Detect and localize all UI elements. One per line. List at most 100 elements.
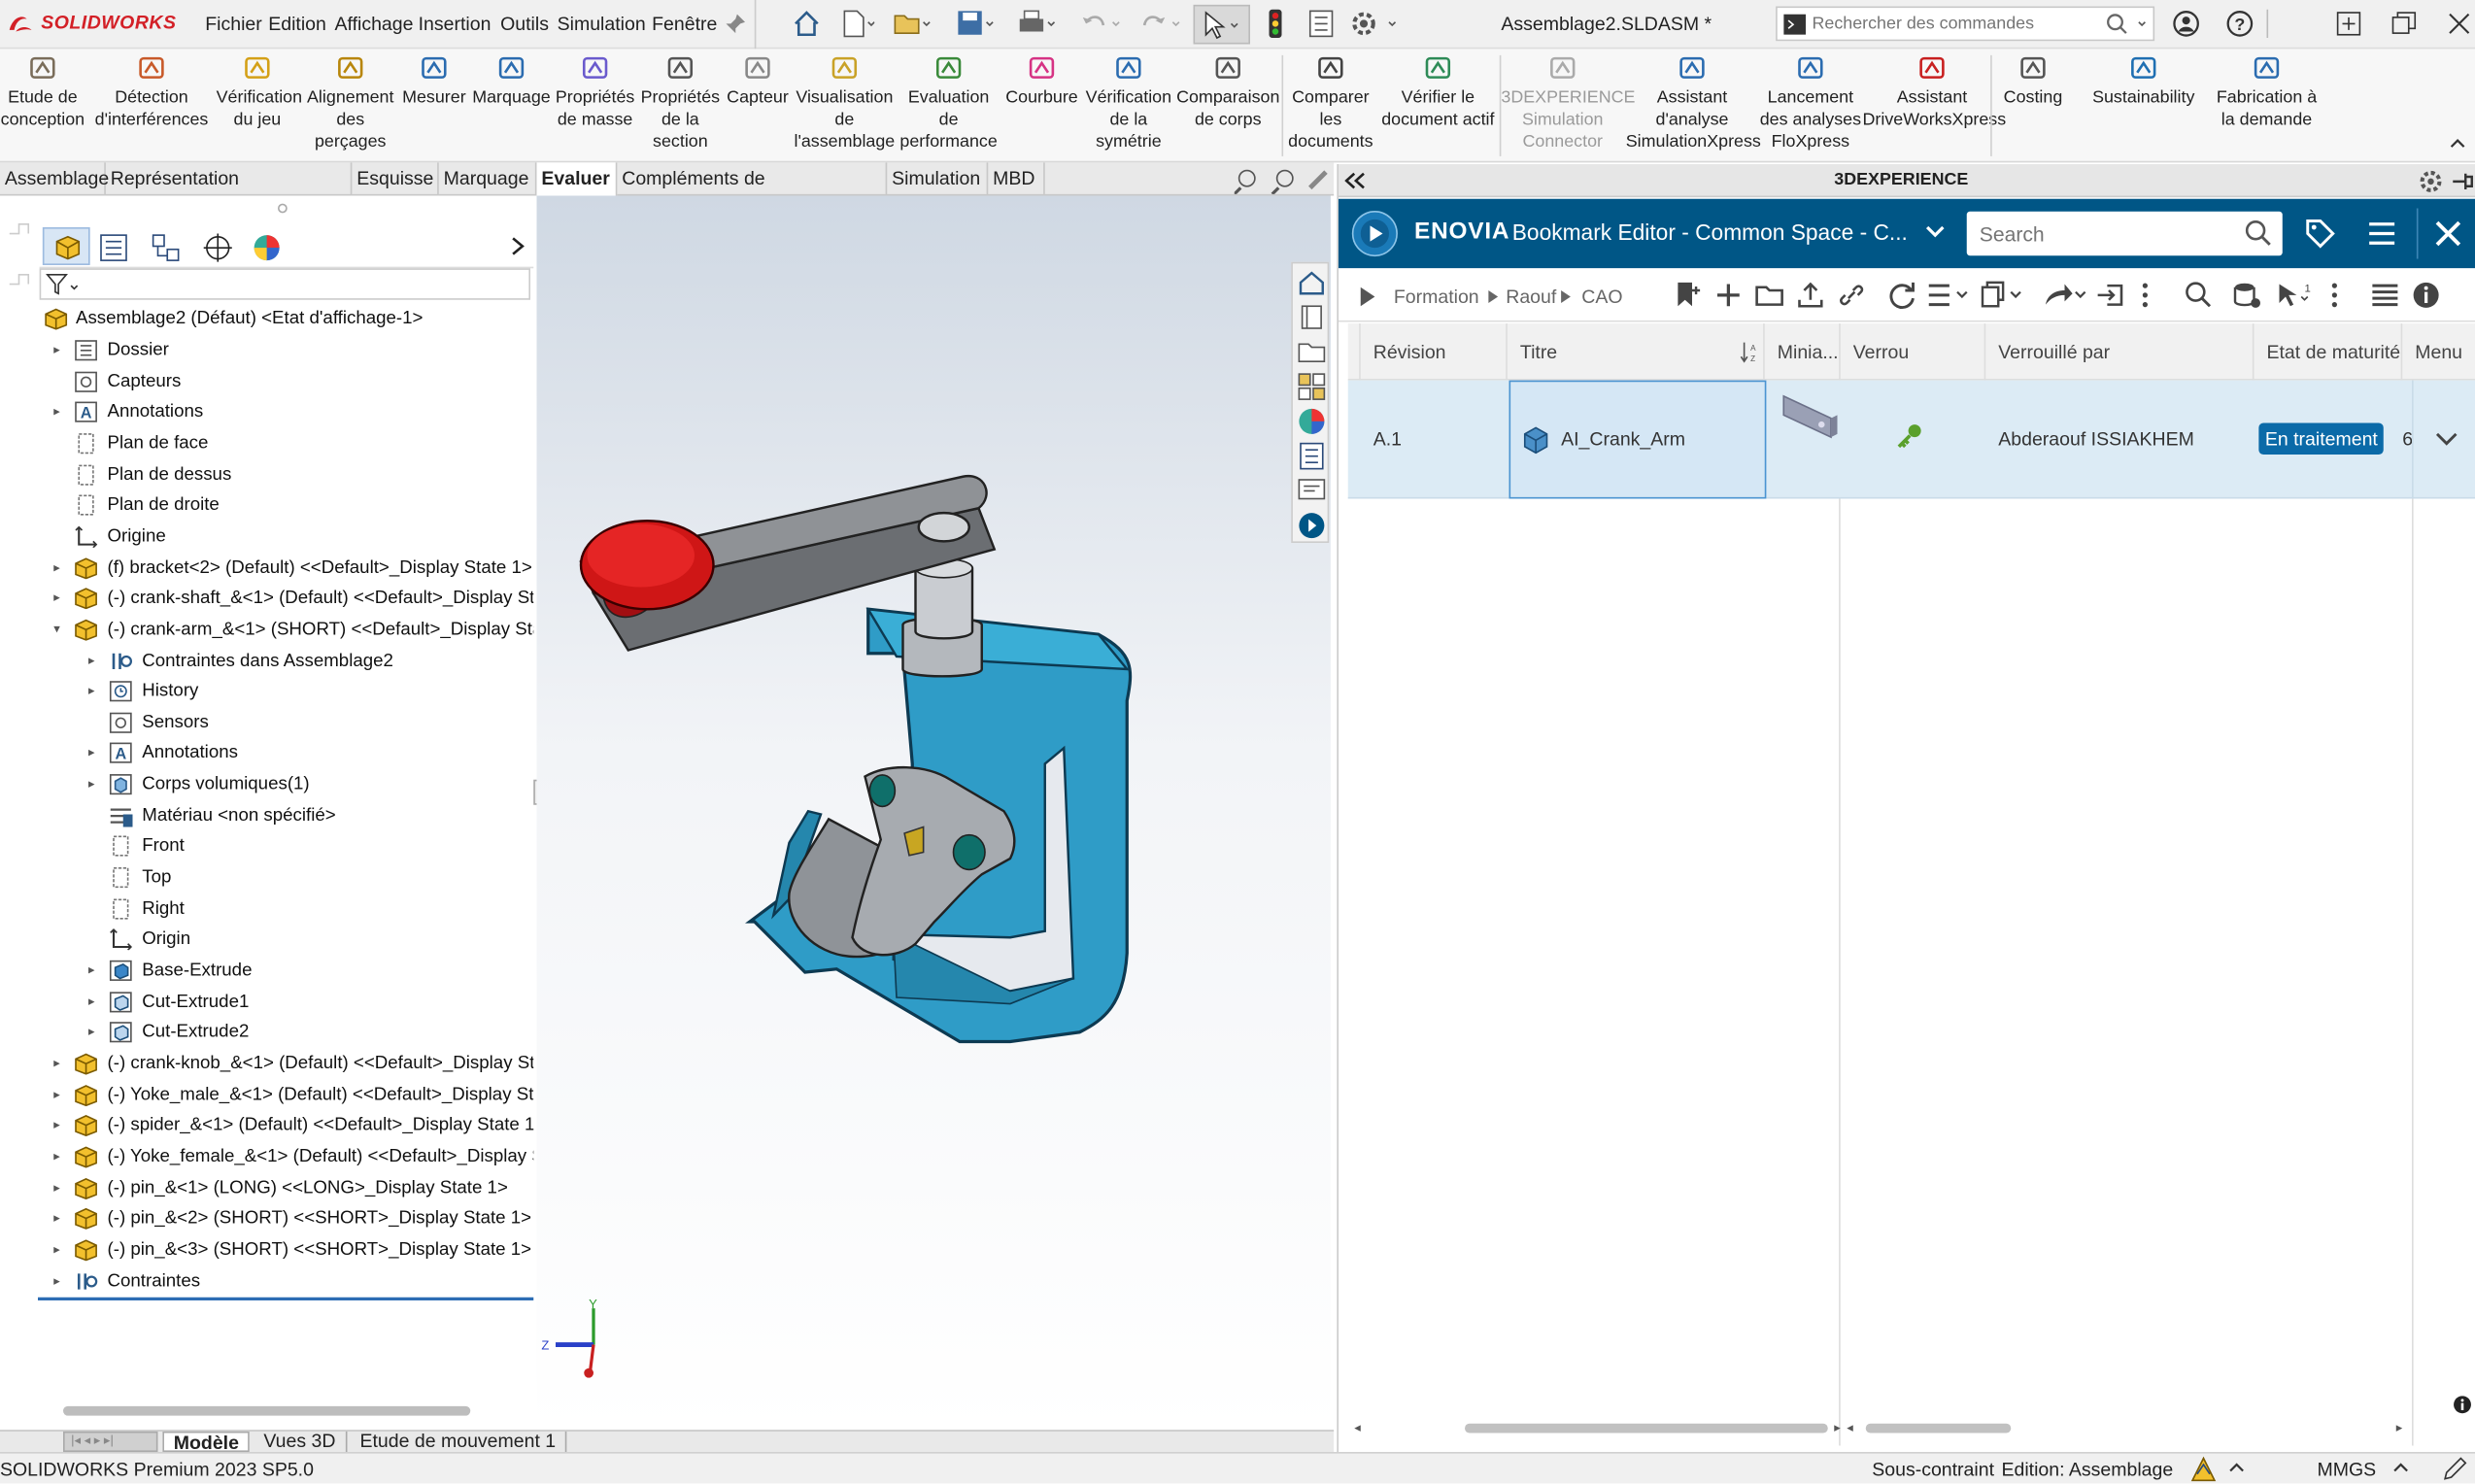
tab-esquisse[interactable]: Esquisse bbox=[352, 162, 439, 196]
tab-representation-schematique[interactable]: Représentation schématique bbox=[106, 162, 353, 221]
tree-item[interactable]: Top bbox=[38, 863, 533, 892]
3dexperience-icon[interactable] bbox=[1298, 512, 1326, 540]
help-icon[interactable]: ? bbox=[2225, 10, 2254, 38]
ribbon-button-22[interactable]: Sustainability bbox=[2081, 53, 2207, 109]
table-view-icon[interactable] bbox=[2371, 281, 2399, 309]
breadcrumb-raouf[interactable]: Raouf bbox=[1506, 286, 1556, 308]
row-menu-cell[interactable] bbox=[2412, 380, 2475, 499]
save-icon[interactable] bbox=[957, 10, 995, 38]
close-icon[interactable] bbox=[2434, 219, 2462, 248]
ribbon-button-20[interactable]: Assistant DriveWorksXpress bbox=[1863, 53, 2006, 131]
forum-icon[interactable] bbox=[1298, 477, 1326, 505]
feature-manager-tab[interactable] bbox=[42, 227, 90, 265]
more-icon[interactable] bbox=[2141, 281, 2151, 309]
expand-arrow-icon[interactable]: ▸ bbox=[53, 1235, 66, 1264]
expand-arrow-icon[interactable]: ▸ bbox=[53, 398, 66, 426]
tree-horizontal-scrollbar[interactable] bbox=[63, 1405, 471, 1416]
expand-arrow-icon[interactable]: ▸ bbox=[53, 1111, 66, 1139]
cell-title[interactable]: AI_Crank_Arm bbox=[1509, 380, 1767, 499]
close-window-icon[interactable] bbox=[2448, 11, 2470, 36]
configuration-manager-icon[interactable] bbox=[152, 234, 180, 262]
tree-item[interactable]: ▸ (-) crank-knob_&<1> (Default) <<Default… bbox=[38, 1050, 533, 1078]
command-search-input[interactable] bbox=[1812, 11, 2096, 37]
pin-panel-icon[interactable] bbox=[2450, 169, 2475, 194]
view-palette-icon[interactable] bbox=[1298, 373, 1326, 401]
col-titre[interactable]: Titre bbox=[1508, 323, 1765, 381]
tree-item[interactable]: ▸ (-) Yoke_male_&<1> (Default) <<Default>… bbox=[38, 1080, 533, 1108]
col-revision[interactable]: Révision bbox=[1361, 323, 1508, 381]
ribbon-button-13[interactable]: Vérification de la symétrie bbox=[1084, 53, 1172, 152]
folder-icon[interactable] bbox=[1755, 281, 1783, 309]
share-icon[interactable] bbox=[2043, 281, 2087, 309]
file-properties-icon[interactable] bbox=[1307, 10, 1336, 38]
thumbnail-image[interactable] bbox=[1775, 387, 1841, 459]
tree-item[interactable]: ▸ (f) bracket<2> (Default) <<Default>_Dis… bbox=[38, 554, 533, 582]
bookmark-add-icon[interactable] bbox=[1674, 281, 1702, 309]
info-icon[interactable] bbox=[2453, 1396, 2472, 1415]
tree-item[interactable]: Plan de droite bbox=[38, 491, 533, 520]
tree-item[interactable]: ▸ Corps volumiques(1) bbox=[38, 770, 533, 798]
tree-item[interactable]: Origin bbox=[38, 926, 533, 954]
expand-arrow-icon[interactable]: ▸ bbox=[53, 585, 66, 613]
upload-icon[interactable] bbox=[1796, 281, 1824, 309]
link-icon[interactable] bbox=[1838, 281, 1866, 309]
menu-edition[interactable]: Edition bbox=[268, 13, 326, 35]
tree-item[interactable]: Plan de dessus bbox=[38, 460, 533, 489]
appearances-icon[interactable] bbox=[1298, 407, 1326, 435]
print-icon[interactable] bbox=[1018, 10, 1056, 38]
table-row[interactable]: A.1 AI_Crank_Arm Abderaouf ISSIAKHEM En … bbox=[1347, 380, 2475, 499]
tree-item[interactable]: ▸ Contraintes bbox=[38, 1266, 533, 1295]
home-icon[interactable] bbox=[793, 10, 821, 38]
ribbon-button-14[interactable]: Comparaison de corps bbox=[1174, 53, 1282, 131]
ribbon-button-10[interactable]: Visualisation de l'assemblage bbox=[791, 53, 898, 152]
add-icon[interactable] bbox=[1714, 281, 1743, 309]
menu-simulation[interactable]: Simulation bbox=[558, 13, 646, 35]
tab-etude-mouvement[interactable]: Etude de mouvement 1 bbox=[351, 1431, 567, 1452]
refresh-icon[interactable] bbox=[1888, 281, 1916, 309]
tree-item[interactable]: ▸ (-) crank-shaft_&<1> (Default) <<Defaul… bbox=[38, 585, 533, 613]
tab-vues-3d[interactable]: Vues 3D bbox=[254, 1431, 347, 1452]
ribbon-button-1[interactable]: Etude de conception bbox=[0, 53, 85, 131]
tree-item[interactable]: Matériau <non spécifié> bbox=[38, 801, 533, 829]
solidworks-logo[interactable]: SOLIDWORKS bbox=[7, 11, 176, 36]
tree-item[interactable]: Right bbox=[38, 894, 533, 923]
expand-arrow-icon[interactable]: ▸ bbox=[53, 1204, 66, 1232]
expand-arrow-icon[interactable]: ▸ bbox=[53, 554, 66, 582]
tab-mbd[interactable]: MBD bbox=[988, 162, 1045, 196]
ribbon-button-21[interactable]: Costing bbox=[1995, 53, 2071, 109]
rebuild-status-icon[interactable] bbox=[2189, 1455, 2218, 1483]
compass-icon[interactable] bbox=[1351, 210, 1399, 257]
tree-item[interactable]: Plan de face bbox=[38, 429, 533, 457]
expand-tree-icon[interactable] bbox=[1358, 286, 1377, 308]
expand-arrow-icon[interactable]: ▸ bbox=[53, 336, 66, 364]
rebuild-icon[interactable] bbox=[1266, 8, 1285, 40]
grid-scrollbar-right[interactable]: ◂ ▸ bbox=[1847, 1421, 2409, 1436]
panel-splitter-handle[interactable] bbox=[278, 203, 288, 214]
tree-item[interactable]: ▸ (-) Yoke_female_&<1> (Default) <<Defaul… bbox=[38, 1142, 533, 1170]
enovia-search-input[interactable] bbox=[1979, 219, 2232, 249]
expand-arrow-icon[interactable]: ▸ bbox=[88, 770, 101, 798]
ribbon-button-5[interactable]: Mesurer bbox=[401, 53, 467, 109]
list-view-icon[interactable] bbox=[1926, 281, 1971, 309]
search-icon[interactable] bbox=[2106, 13, 2151, 36]
tree-root[interactable]: Assemblage2 (Défaut) <Etat d'affichage-1… bbox=[41, 305, 533, 333]
expand-arrow-icon[interactable]: ▸ bbox=[88, 957, 101, 985]
user-account-icon[interactable] bbox=[2172, 10, 2200, 38]
tree-item[interactable]: ▸ Cut-Extrude1 bbox=[38, 988, 533, 1016]
ribbon-button-11[interactable]: Evaluation de performance bbox=[899, 53, 998, 152]
display-manager-icon[interactable] bbox=[253, 234, 281, 262]
status-units[interactable]: MMGS bbox=[2318, 1459, 2377, 1481]
tree-item[interactable]: Origine bbox=[38, 523, 533, 551]
options-gear-icon[interactable] bbox=[1349, 10, 1403, 38]
tab-evaluer[interactable]: Evaluer bbox=[536, 162, 618, 196]
ribbon-button-7[interactable]: Propriétés de masse bbox=[554, 53, 636, 131]
ribbon-button-23[interactable]: Fabrication à la demande bbox=[2210, 53, 2323, 131]
ribbon-button-4[interactable]: Alignement des perçages bbox=[301, 53, 399, 152]
collapse-panel-icon[interactable] bbox=[1344, 172, 1368, 189]
ribbon-button-18[interactable]: Assistant d'analyse SimulationXpress bbox=[1626, 53, 1761, 152]
ribbon-button-9[interactable]: Capteur bbox=[727, 53, 790, 109]
expand-arrow-icon[interactable]: ▸ bbox=[88, 1019, 101, 1047]
chevron-up-icon[interactable] bbox=[2393, 1462, 2409, 1474]
expand-arrow-icon[interactable]: ▸ bbox=[53, 1142, 66, 1170]
expand-arrow-icon[interactable]: ▸ bbox=[88, 739, 101, 767]
